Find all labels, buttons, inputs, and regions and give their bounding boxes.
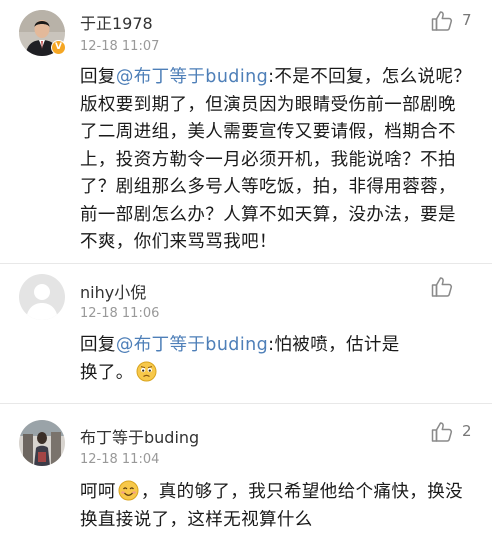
like-count: 7 (462, 11, 472, 29)
like-count: 2 (462, 422, 472, 440)
reply-prefix: 回复 (80, 335, 116, 355)
comment-body: 呵呵 (80, 482, 116, 502)
comment-text: 呵呵 ，真的够了，我只希望他给个痛快，换没换直接说了，这样无视算什么 (80, 479, 472, 534)
like-button[interactable] (430, 420, 454, 444)
comment-item: nihy小倪 12-18 11:06 回复@布丁等于buding:怕被喷，估计是… (0, 264, 492, 404)
comment-timestamp: 12-18 11:06 (80, 306, 160, 321)
comment-text: 回复@布丁等于buding:怕被喷，估计是换了。 (80, 332, 410, 387)
like-button[interactable] (430, 9, 454, 33)
comment-text: 回复@布丁等于buding:不是不回复，怎么说呢？版权要到期了，但演员因为眼睛受… (80, 64, 472, 257)
worried-face-icon (136, 361, 157, 382)
thumbs-up-icon (431, 11, 453, 31)
thumbs-up-icon (431, 277, 453, 297)
comment-body: :不是不回复，怎么说呢？版权要到期了，但演员因为眼睛受伤前一部剧晚了二周进组，美… (80, 67, 472, 252)
avatar[interactable] (19, 274, 65, 320)
comment-username[interactable]: 于正1978 (80, 10, 153, 34)
comment-username[interactable]: 布丁等于buding (80, 424, 199, 448)
verified-badge-icon: V (51, 40, 66, 55)
comment-item: 布丁等于buding 12-18 11:04 2 呵呵 ，真的够了，我只希望他给… (0, 404, 492, 544)
mention-link[interactable]: @布丁等于buding (116, 67, 268, 87)
comment-item: V 于正1978 12-18 11:07 7 回复@布丁等于buding:不是不… (0, 0, 492, 262)
comment-timestamp: 12-18 11:04 (80, 452, 160, 467)
reply-prefix: 回复 (80, 67, 116, 87)
mention-link[interactable]: @布丁等于buding (116, 335, 268, 355)
smile-face-icon (118, 480, 139, 501)
like-button[interactable] (430, 275, 454, 299)
comment-timestamp: 12-18 11:07 (80, 39, 160, 54)
comment-feed: V 于正1978 12-18 11:07 7 回复@布丁等于buding:不是不… (0, 0, 492, 544)
thumbs-up-icon (431, 422, 453, 442)
avatar[interactable] (19, 420, 65, 466)
comment-username[interactable]: nihy小倪 (80, 279, 146, 303)
